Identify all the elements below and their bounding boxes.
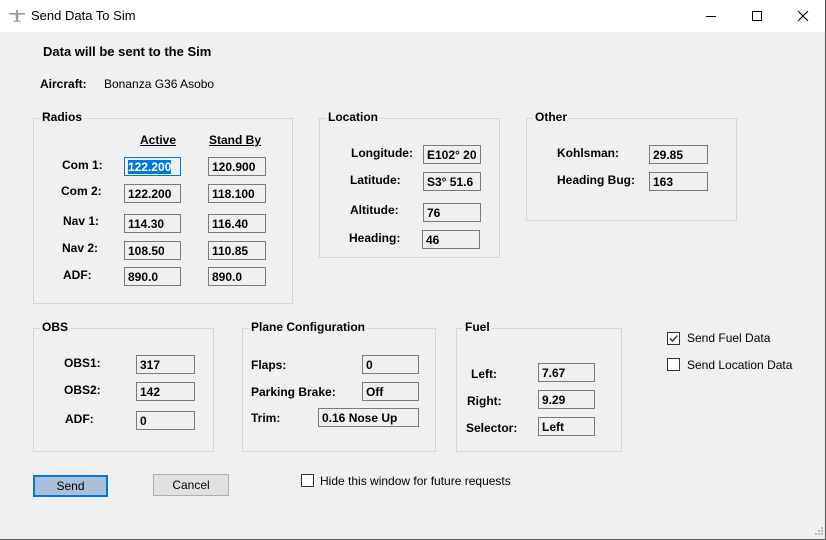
nav1-active-field[interactable]: 114.30: [124, 214, 181, 233]
flaps-label: Flaps:: [251, 358, 287, 372]
nav2-active-field[interactable]: 108.50: [124, 241, 181, 260]
obs-adf-label: ADF:: [65, 412, 94, 426]
adf-active-field[interactable]: 890.0: [124, 267, 181, 286]
window-title: Send Data To Sim: [31, 8, 136, 23]
send-location-checkbox[interactable]: [667, 358, 680, 371]
com1-standby-field[interactable]: 120.900: [208, 157, 266, 176]
send-button[interactable]: Send: [33, 475, 108, 497]
nav2-standby-field[interactable]: 110.85: [208, 241, 266, 260]
altitude-label: Altitude:: [350, 203, 399, 217]
longitude-label: Longitude:: [351, 146, 413, 160]
com2-label: Com 2:: [61, 184, 102, 198]
maximize-icon: [752, 11, 762, 21]
fuel-right-field[interactable]: 9.29: [538, 390, 595, 409]
cancel-button[interactable]: Cancel: [153, 474, 229, 496]
obs1-label: OBS1:: [64, 356, 101, 370]
hide-window-label[interactable]: Hide this window for future requests: [320, 474, 511, 488]
obs-group-title: OBS: [40, 320, 71, 334]
minimize-button[interactable]: [688, 0, 734, 32]
trim-label: Trim:: [251, 411, 281, 425]
flaps-field[interactable]: 0: [362, 355, 419, 374]
airplane-icon: [8, 7, 26, 25]
send-location-label[interactable]: Send Location Data: [687, 358, 792, 372]
fuel-left-field[interactable]: 7.67: [538, 363, 595, 382]
trim-field[interactable]: 0.16 Nose Up: [318, 408, 419, 427]
obs-adf-field[interactable]: 0: [136, 411, 195, 430]
active-column-header: Active: [140, 133, 177, 147]
send-fuel-label[interactable]: Send Fuel Data: [687, 331, 770, 345]
standby-column-header: Stand By: [209, 133, 262, 147]
com1-active-field[interactable]: 122.200: [124, 157, 181, 176]
com2-active-field[interactable]: 122.200: [124, 184, 181, 203]
fuel-right-label: Right:: [467, 394, 502, 408]
fuel-selector-field[interactable]: Left: [538, 417, 595, 436]
fuel-group-title: Fuel: [463, 320, 492, 334]
adf-standby-field[interactable]: 890.0: [208, 267, 266, 286]
adf-radio-label: ADF:: [63, 268, 92, 282]
latitude-label: Latitude:: [350, 173, 401, 187]
radios-group-title: Radios: [40, 110, 85, 124]
kohlsman-field[interactable]: 29.85: [649, 145, 708, 164]
maximize-button[interactable]: [734, 0, 780, 32]
com2-standby-field[interactable]: 118.100: [208, 184, 266, 203]
heading-bug-field[interactable]: 163: [649, 172, 708, 191]
com1-active-value: 122.200: [128, 160, 172, 174]
nav2-label: Nav 2:: [62, 241, 99, 255]
send-fuel-checkbox[interactable]: [667, 332, 680, 345]
close-icon: [797, 10, 809, 22]
resize-grip-icon[interactable]: [812, 526, 824, 538]
latitude-field[interactable]: S3° 51.6: [423, 172, 481, 191]
parking-brake-label: Parking Brake:: [251, 385, 336, 399]
obs2-field[interactable]: 142: [136, 382, 195, 401]
plane-config-group-title: Plane Configuration: [249, 320, 367, 334]
nav1-standby-field[interactable]: 116.40: [208, 214, 266, 233]
heading-label: Heading:: [349, 231, 401, 245]
heading-bug-label: Heading Bug:: [557, 173, 635, 187]
other-group: Other: [526, 110, 737, 221]
kohlsman-label: Kohlsman:: [557, 146, 620, 160]
nav1-label: Nav 1:: [63, 214, 100, 228]
obs1-field[interactable]: 317: [136, 355, 195, 374]
obs2-label: OBS2:: [64, 383, 101, 397]
fuel-selector-label: Selector:: [466, 421, 518, 435]
minimize-icon: [706, 16, 716, 17]
com1-label: Com 1:: [62, 158, 103, 172]
close-button[interactable]: [780, 0, 826, 32]
longitude-field[interactable]: E102° 20: [423, 145, 481, 164]
altitude-field[interactable]: 76: [423, 203, 481, 222]
location-group-title: Location: [326, 110, 380, 124]
fuel-left-label: Left:: [471, 367, 497, 381]
header-message: Data will be sent to the Sim: [43, 44, 212, 59]
parking-brake-field[interactable]: Off: [362, 382, 419, 401]
aircraft-label: Aircraft:: [40, 77, 87, 91]
hide-window-checkbox[interactable]: [301, 474, 314, 487]
other-group-title: Other: [533, 110, 570, 124]
aircraft-value: Bonanza G36 Asobo: [104, 77, 215, 91]
checkmark-icon: [669, 335, 678, 342]
title-bar: Send Data To Sim: [0, 0, 826, 32]
heading-field[interactable]: 46: [422, 230, 480, 249]
